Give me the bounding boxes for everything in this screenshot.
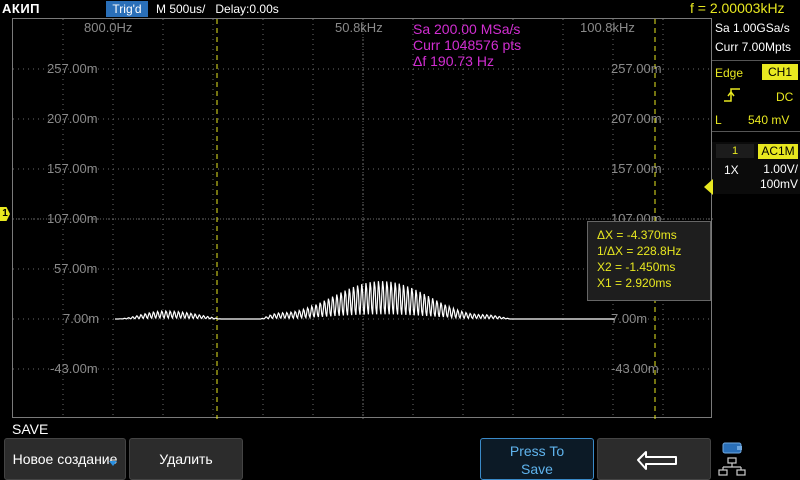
trigger-level-arrow-icon[interactable] bbox=[704, 179, 713, 195]
press-to-save-button[interactable]: Press To Save bbox=[480, 438, 594, 480]
probe-attenuation: 1X bbox=[724, 163, 739, 177]
y-label-left: 7.00m bbox=[63, 311, 100, 326]
timebase-value: M 500us/ bbox=[156, 2, 206, 16]
return-arrow-icon bbox=[637, 451, 677, 470]
cursor-inverse-delta-x: 1/ΔX = 228.8Hz bbox=[597, 244, 682, 258]
right-info-panel: Sa 1.00GSa/s Curr 7.00Mpts Edge CH1 DC L… bbox=[712, 18, 800, 438]
brand-logo: АКИП bbox=[2, 1, 41, 16]
cursor-x2: X2 = -1.450ms bbox=[597, 260, 676, 274]
x-label: 50.8kHz bbox=[335, 20, 383, 35]
network-lan-icon bbox=[718, 457, 746, 476]
trigger-coupling: DC bbox=[776, 90, 794, 104]
y-label-left: 157.00m bbox=[47, 161, 98, 176]
press-to-save-line2: Save bbox=[521, 461, 553, 477]
fft-sample-rate: Sa 200.00 MSa/s bbox=[413, 21, 521, 37]
channel-1-offset-marker[interactable]: 1 bbox=[0, 207, 10, 221]
y-label-right: 7.00m bbox=[611, 311, 648, 326]
fft-delta-f: Δf 190.73 Hz bbox=[413, 53, 494, 69]
trigger-level-label: L bbox=[715, 113, 722, 127]
new-file-button[interactable]: Новое создание bbox=[4, 438, 126, 480]
menu-title: SAVE bbox=[12, 421, 49, 437]
channel-1-settings-panel[interactable]: 1 AC1M 1X 1.00V/ 100mV bbox=[712, 142, 800, 194]
back-button[interactable] bbox=[597, 438, 711, 480]
delete-button[interactable]: Удалить bbox=[129, 438, 243, 480]
trigger-source-badge: CH1 bbox=[762, 64, 798, 80]
x-label: 800.0Hz bbox=[84, 20, 133, 35]
trigger-level-value: 540 mV bbox=[748, 113, 790, 127]
y-label-left: -43.00m bbox=[50, 361, 98, 376]
frequency-counter: f = 2.00003kHz bbox=[690, 0, 785, 16]
fft-points: Curr 1048576 pts bbox=[413, 37, 522, 53]
top-status-bar: АКИП Trig'd M 500us/ Delay:0.00s f = 2.0… bbox=[0, 0, 800, 18]
waveform-display[interactable]: 257.00m 207.00m 157.00m 107.00m 57.00m 7… bbox=[12, 18, 713, 419]
vertical-scale: 1.00V/ 100mV bbox=[760, 162, 798, 192]
press-to-save-line1: Press To bbox=[509, 443, 565, 459]
usb-storage-icon bbox=[722, 442, 742, 454]
timebase-readout[interactable]: M 500us/ Delay:0.00s bbox=[156, 2, 279, 16]
y-label-right: -43.00m bbox=[611, 361, 659, 376]
fft-info-panel: Sa 200.00 MSa/s Curr 1048576 pts Δf 190.… bbox=[413, 21, 521, 69]
memory-depth-readout: Curr 7.00Mpts bbox=[715, 40, 792, 54]
new-file-label: Новое создание bbox=[12, 451, 118, 467]
trigger-status-badge: Trig'd bbox=[106, 1, 148, 17]
waveform-trace bbox=[115, 281, 616, 320]
dropdown-arrow-icon bbox=[109, 461, 117, 466]
cursor-delta-x: ΔX = -4.370ms bbox=[597, 228, 677, 242]
status-icons bbox=[714, 440, 800, 480]
y-label-left: 257.00m bbox=[47, 61, 98, 76]
rising-edge-icon bbox=[724, 88, 740, 102]
cursor-x1: X1 = 2.920ms bbox=[597, 276, 672, 290]
sample-rate-readout: Sa 1.00GSa/s bbox=[715, 21, 790, 35]
y-label-left: 107.00m bbox=[47, 211, 98, 226]
cursor-measurement-box: ΔX = -4.370ms 1/ΔX = 228.8Hz X2 = -1.450… bbox=[587, 221, 711, 301]
y-label-right: 257.00m bbox=[611, 61, 662, 76]
y-label-right: 207.00m bbox=[611, 111, 662, 126]
delete-label: Удалить bbox=[159, 451, 213, 467]
trigger-type: Edge bbox=[715, 66, 744, 80]
y-label-right: 157.00m bbox=[611, 161, 662, 176]
vertical-scale-primary: 1.00V/ bbox=[763, 162, 798, 176]
x-label: 100.8kHz bbox=[580, 20, 635, 35]
vertical-scale-secondary: 100mV bbox=[759, 177, 798, 191]
channel-number: 1 bbox=[716, 144, 754, 158]
graticule bbox=[13, 19, 713, 419]
delay-value: Delay:0.00s bbox=[215, 2, 279, 16]
channel-coupling-badge: AC1M bbox=[758, 144, 798, 159]
y-label-left: 207.00m bbox=[47, 111, 98, 126]
y-label-left: 57.00m bbox=[54, 261, 98, 276]
trigger-settings-panel[interactable]: Edge CH1 DC L 540 mV bbox=[712, 60, 800, 132]
